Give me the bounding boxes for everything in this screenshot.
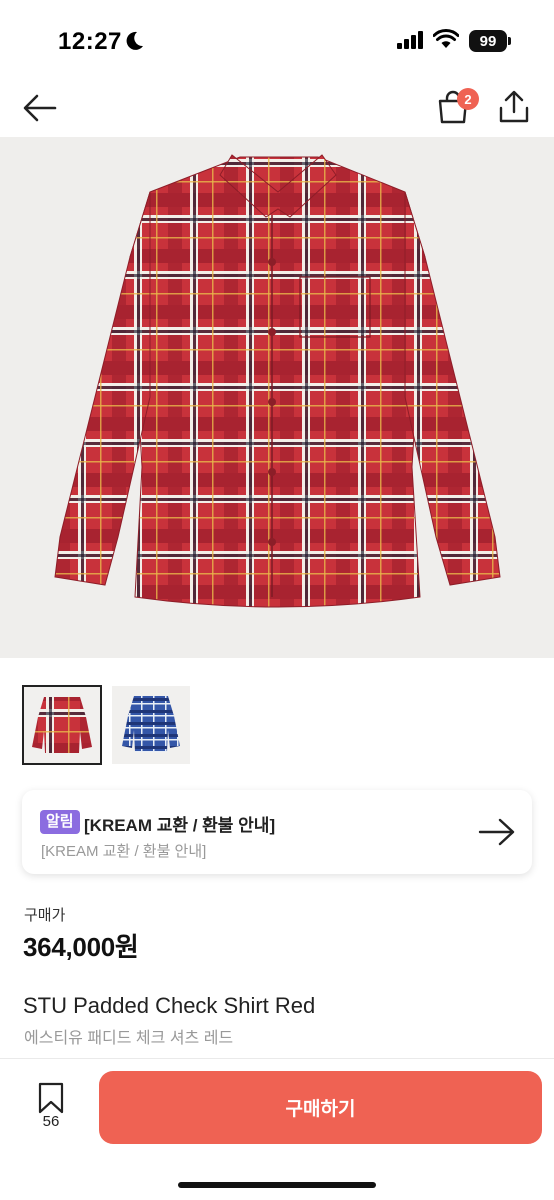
arrow-right-icon[interactable]: [478, 818, 516, 846]
notice-card[interactable]: 알림 [KREAM 교환 / 환불 안내] [KREAM 교환 / 환불 안내]: [22, 790, 532, 874]
notice-tag: 알림: [40, 810, 80, 834]
bookmark-icon[interactable]: [38, 1082, 64, 1114]
product-name: STU Padded Check Shirt Red: [23, 993, 316, 1018]
bookmark-count: 56: [42, 1113, 60, 1130]
product-image-shirt: [54, 154, 501, 608]
moon-icon: [126, 31, 143, 50]
status-bar: 12:27 99: [0, 0, 554, 80]
thumbnail-gallery: [22, 685, 542, 765]
battery-icon: 99: [469, 30, 507, 52]
thumbnail-blue-image: [112, 686, 190, 764]
battery-tip: [508, 37, 511, 45]
product-name-korean: 에스티유 패디드 체크 셔츠 레드: [24, 1030, 234, 1047]
price-label: 구매가: [24, 907, 66, 924]
bottom-action-bar: 56 구매하기: [0, 1058, 554, 1200]
thumbnail-red-image: [24, 687, 100, 763]
cart-badge: 2: [457, 88, 479, 110]
thumbnail-red[interactable]: [22, 685, 102, 765]
share-icon[interactable]: [498, 90, 530, 124]
status-time: 12:27: [58, 28, 122, 55]
nav-bar: 2: [0, 80, 554, 136]
notice-title: [KREAM 교환 / 환불 안내]: [84, 816, 276, 835]
price-value: 364,000원: [23, 932, 139, 962]
signal-icon: [397, 31, 423, 49]
buy-button[interactable]: 구매하기: [99, 1071, 542, 1144]
home-indicator: [178, 1182, 376, 1188]
arrow-left-icon[interactable]: [22, 92, 58, 124]
product-image[interactable]: [0, 137, 554, 658]
battery-level: 99: [479, 32, 497, 50]
thumbnail-blue[interactable]: [112, 686, 190, 764]
notice-subtitle: [KREAM 교환 / 환불 안내]: [41, 843, 207, 860]
wifi-icon: [433, 29, 459, 48]
